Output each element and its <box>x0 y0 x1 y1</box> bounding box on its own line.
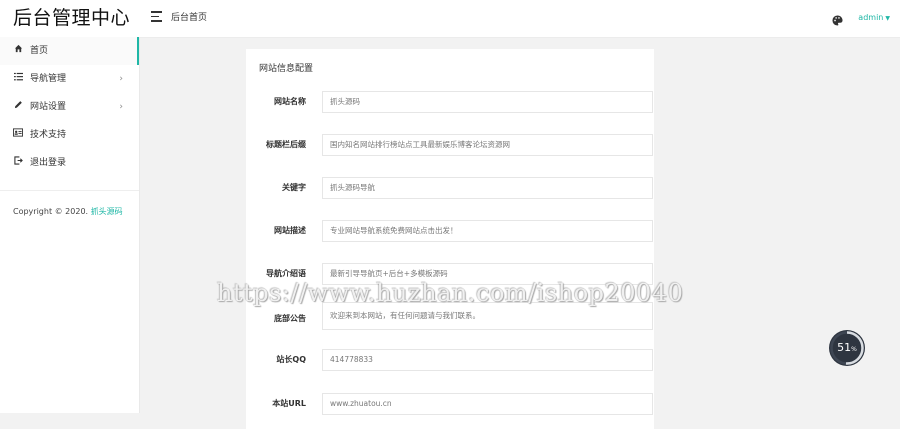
form-row-qq: 站长QQ 414778833 <box>246 349 654 371</box>
field-label: 站长QQ <box>276 355 306 364</box>
form-row-intro: 导航介绍语 最新引导导航页+后台+多模板源码 <box>246 263 654 285</box>
site-name-input[interactable]: 抓头源码 <box>322 91 653 113</box>
form-row-site-url: 本站URL www.zhuatou.cn <box>246 393 654 415</box>
menu-icon[interactable] <box>151 11 162 25</box>
sidebar-item-logout[interactable]: 退出登录 <box>0 149 139 177</box>
progress-text: 51% <box>829 330 865 368</box>
form-row-keywords: 关键字 抓头源码导航 <box>246 177 654 199</box>
field-label: 导航介绍语 <box>266 269 306 278</box>
sidebar-item-label: 技术支持 <box>30 130 67 140</box>
field-label: 网站描述 <box>274 226 306 235</box>
copyright-text: Copyright © 2020. <box>13 207 89 216</box>
form-row-footer-notice: 底部公告 欢迎来到本网站，有任何问题请与我们联系。 <box>246 302 654 330</box>
form-row-description: 网站描述 专业网站导航系统免费网站点击出发！ <box>246 220 654 242</box>
logout-icon <box>12 149 24 177</box>
field-label: 底部公告 <box>274 314 306 323</box>
title-suffix-input[interactable]: 国内知名网站排行榜站点工具最新娱乐博客论坛资源网 <box>322 134 653 156</box>
field-label: 关键字 <box>282 183 306 192</box>
form-row-site-name: 网站名称 抓头源码 <box>246 91 654 113</box>
edit-icon <box>12 93 24 121</box>
chevron-right-icon: › <box>119 102 123 112</box>
keywords-input[interactable]: 抓头源码导航 <box>322 177 653 199</box>
qq-input[interactable]: 414778833 <box>322 349 653 371</box>
footer-notice-input[interactable]: 欢迎来到本网站，有任何问题请与我们联系。 <box>322 302 653 330</box>
sidebar-item-label: 退出登录 <box>30 158 67 168</box>
sidebar-item-label: 首页 <box>30 46 49 56</box>
copyright-link[interactable]: 抓头源码 <box>91 207 123 216</box>
progress-unit: % <box>851 346 857 353</box>
list-icon <box>12 65 24 93</box>
field-label: 网站名称 <box>274 97 306 106</box>
form-row-title-suffix: 标题栏后缀 国内知名网站排行榜站点工具最新娱乐博客论坛资源网 <box>246 134 654 156</box>
breadcrumb: 后台首页 <box>171 13 208 23</box>
palette-icon[interactable] <box>832 11 843 26</box>
sidebar-item-label: 网站设置 <box>30 102 67 112</box>
intro-input[interactable]: 最新引导导航页+后台+多模板源码 <box>322 263 653 285</box>
sidebar-item-label: 导航管理 <box>30 74 67 84</box>
description-input[interactable]: 专业网站导航系统免费网站点击出发！ <box>322 220 653 242</box>
top-bar: 后台首页 admin ▼ <box>139 0 900 38</box>
sidebar-item-site-settings[interactable]: 网站设置 › <box>0 93 139 121</box>
copyright: Copyright © 2020. 抓头源码 <box>0 191 139 217</box>
chevron-right-icon: › <box>119 74 123 84</box>
field-label: 本站URL <box>272 399 306 408</box>
sidebar-item-home[interactable]: 首页 <box>0 37 139 65</box>
user-name: admin <box>858 13 884 22</box>
progress-value: 51 <box>837 341 852 354</box>
user-menu[interactable]: admin ▼ <box>858 0 890 37</box>
sidebar-nav: 首页 导航管理 › 网站设置 › 技术支持 退出登录 <box>0 37 139 177</box>
sidebar: 后台管理中心 首页 导航管理 › 网站设置 › 技术支持 退出登录 Copyri… <box>0 0 140 413</box>
home-icon <box>12 37 24 65</box>
id-card-icon <box>12 121 24 149</box>
caret-down-icon: ▼ <box>885 15 890 22</box>
sidebar-item-tech-support[interactable]: 技术支持 <box>0 121 139 149</box>
app-title: 后台管理中心 <box>13 7 131 29</box>
sidebar-item-nav-management[interactable]: 导航管理 › <box>0 65 139 93</box>
progress-badge[interactable]: 51% <box>829 330 865 366</box>
field-label: 标题栏后缀 <box>266 140 306 149</box>
site-url-input[interactable]: www.zhuatou.cn <box>322 393 653 415</box>
site-config-card: 网站信息配置 网站名称 抓头源码 标题栏后缀 国内知名网站排行榜站点工具最新娱乐… <box>246 49 654 429</box>
card-title: 网站信息配置 <box>259 64 314 74</box>
